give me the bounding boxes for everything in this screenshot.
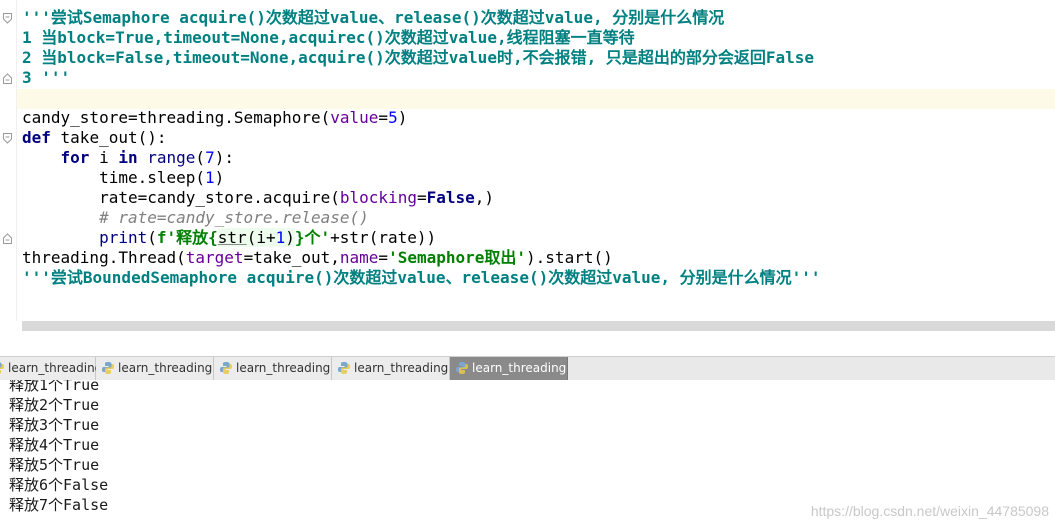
code-line-14[interactable]: '''尝试BoundedSemaphore acquire()次数超过value… — [22, 268, 821, 288]
code-token-number: 1 — [205, 168, 215, 187]
code-token: =take_out, — [243, 248, 340, 267]
run-tab-2[interactable]: learn_threading — [96, 357, 214, 380]
run-console[interactable]: 释放1个True 释放2个True 释放3个True 释放4个True 释放5个… — [0, 380, 1055, 527]
console-line: 释放5个True — [9, 456, 100, 474]
console-line: 释放6个False — [9, 476, 109, 494]
code-line-4[interactable]: 3 ''' — [22, 68, 70, 88]
code-token-keyword: def — [22, 128, 51, 147]
code-token-builtin: print — [99, 228, 148, 247]
code-line-7[interactable]: def take_out(): — [22, 128, 167, 148]
run-tab-label: learn_threading — [118, 361, 213, 375]
code-token-param: name — [339, 248, 379, 267]
code-token-keyword: for — [60, 148, 90, 167]
code-token: = — [378, 108, 389, 127]
code-token: ( — [147, 228, 157, 247]
editor-gutter — [0, 0, 16, 321]
run-tab-5-active[interactable]: learn_threading — [450, 357, 568, 380]
code-line-9[interactable]: time.sleep(1) — [22, 168, 224, 188]
code-token: ,) — [474, 188, 495, 207]
code-token-builtin: range — [147, 148, 196, 167]
code-token: time.sleep( — [99, 168, 206, 187]
horizontal-scrollbar[interactable] — [22, 321, 1055, 331]
code-line-3[interactable]: 2 当block=False,timeout=None,acquire()次数超… — [22, 48, 814, 68]
code-token: str — [217, 228, 247, 247]
run-tab-1[interactable]: learn_threading — [0, 357, 102, 380]
code-token: ): — [214, 148, 234, 167]
code-line-13[interactable]: threading.Thread(target=take_out,name='S… — [22, 248, 613, 268]
code-token: = — [378, 248, 389, 267]
code-token-number: 5 — [388, 108, 398, 127]
code-token-string: f'释放{ — [156, 228, 218, 247]
code-token: ) — [397, 108, 408, 127]
code-token: ) — [214, 168, 225, 187]
run-tab-label: learn_threading — [236, 361, 331, 375]
run-tab-3[interactable]: learn_threading — [214, 357, 332, 380]
code-token: rate=candy_store.acquire( — [99, 188, 340, 207]
console-line: 释放7个False — [9, 496, 109, 514]
console-line: 释放1个True — [9, 380, 100, 394]
python-icon — [337, 361, 351, 375]
code-token: ).start() — [526, 248, 613, 267]
run-tab-label: learn_threading — [8, 361, 103, 375]
watermark-text: https://blog.csdn.net/weixin_44785098 — [810, 503, 1049, 519]
run-tab-4[interactable]: learn_threading — [332, 357, 450, 380]
code-token-keyword: in — [118, 148, 138, 167]
code-token-keyword: False — [426, 188, 475, 207]
code-token: (i+ — [246, 228, 276, 247]
scrollbar-corner — [0, 321, 22, 331]
console-line: 释放2个True — [9, 396, 100, 414]
code-token: i — [89, 148, 119, 167]
code-token: take_out(): — [50, 128, 167, 147]
code-token-param: blocking — [339, 188, 417, 207]
console-line: 释放4个True — [9, 436, 100, 454]
fold-open-icon[interactable] — [3, 13, 12, 24]
code-line-8[interactable]: for i in range(7): — [22, 148, 234, 168]
current-line-highlight — [17, 89, 1055, 109]
python-icon — [101, 361, 115, 375]
run-tab-label: learn_threading — [472, 361, 567, 375]
code-token-number: 1 — [275, 228, 286, 247]
code-token-param: target — [185, 248, 244, 267]
fold-close-icon[interactable] — [3, 233, 12, 244]
run-tab-bar: learn_threading learn_threading learn_th… — [0, 356, 1055, 381]
code-token: ( — [195, 148, 206, 167]
code-token: = — [416, 188, 427, 207]
code-token-comment: # rate=candy_store.release() — [99, 208, 369, 227]
code-line-10[interactable]: rate=candy_store.acquire(blocking=False,… — [22, 188, 494, 208]
fold-close-icon[interactable] — [3, 73, 12, 84]
code-token: candy_store=threading.Semaphore( — [22, 108, 331, 127]
gutter-divider — [16, 0, 17, 321]
code-token: threading.Thread( — [22, 248, 186, 267]
panel-gap — [0, 331, 1055, 356]
code-token-number: 7 — [205, 148, 215, 167]
python-icon — [455, 361, 469, 375]
code-token-param: value — [330, 108, 379, 127]
code-token: ) — [285, 228, 295, 247]
run-tab-label: learn_threading — [354, 361, 449, 375]
python-icon — [0, 361, 5, 375]
code-token: +str(rate)) — [330, 228, 437, 247]
fold-open-icon[interactable] — [3, 133, 12, 144]
code-line-11[interactable]: # rate=candy_store.release() — [22, 208, 369, 228]
code-token-string: }个' — [294, 228, 331, 247]
code-line-2[interactable]: 1 当block=True,timeout=None,acquirec()次数超… — [22, 28, 635, 48]
code-line-1[interactable]: '''尝试Semaphore acquire()次数超过value、releas… — [22, 8, 724, 28]
console-line: 释放3个True — [9, 416, 100, 434]
code-token-string: 'Semaphore取出' — [388, 248, 527, 267]
code-editor[interactable]: '''尝试Semaphore acquire()次数超过value、releas… — [0, 0, 1055, 321]
python-icon — [219, 361, 233, 375]
code-line-6[interactable]: candy_store=threading.Semaphore(value=5) — [22, 108, 407, 128]
code-line-12[interactable]: print(f'释放{str(i+1)}个'+str(rate)) — [22, 228, 436, 248]
